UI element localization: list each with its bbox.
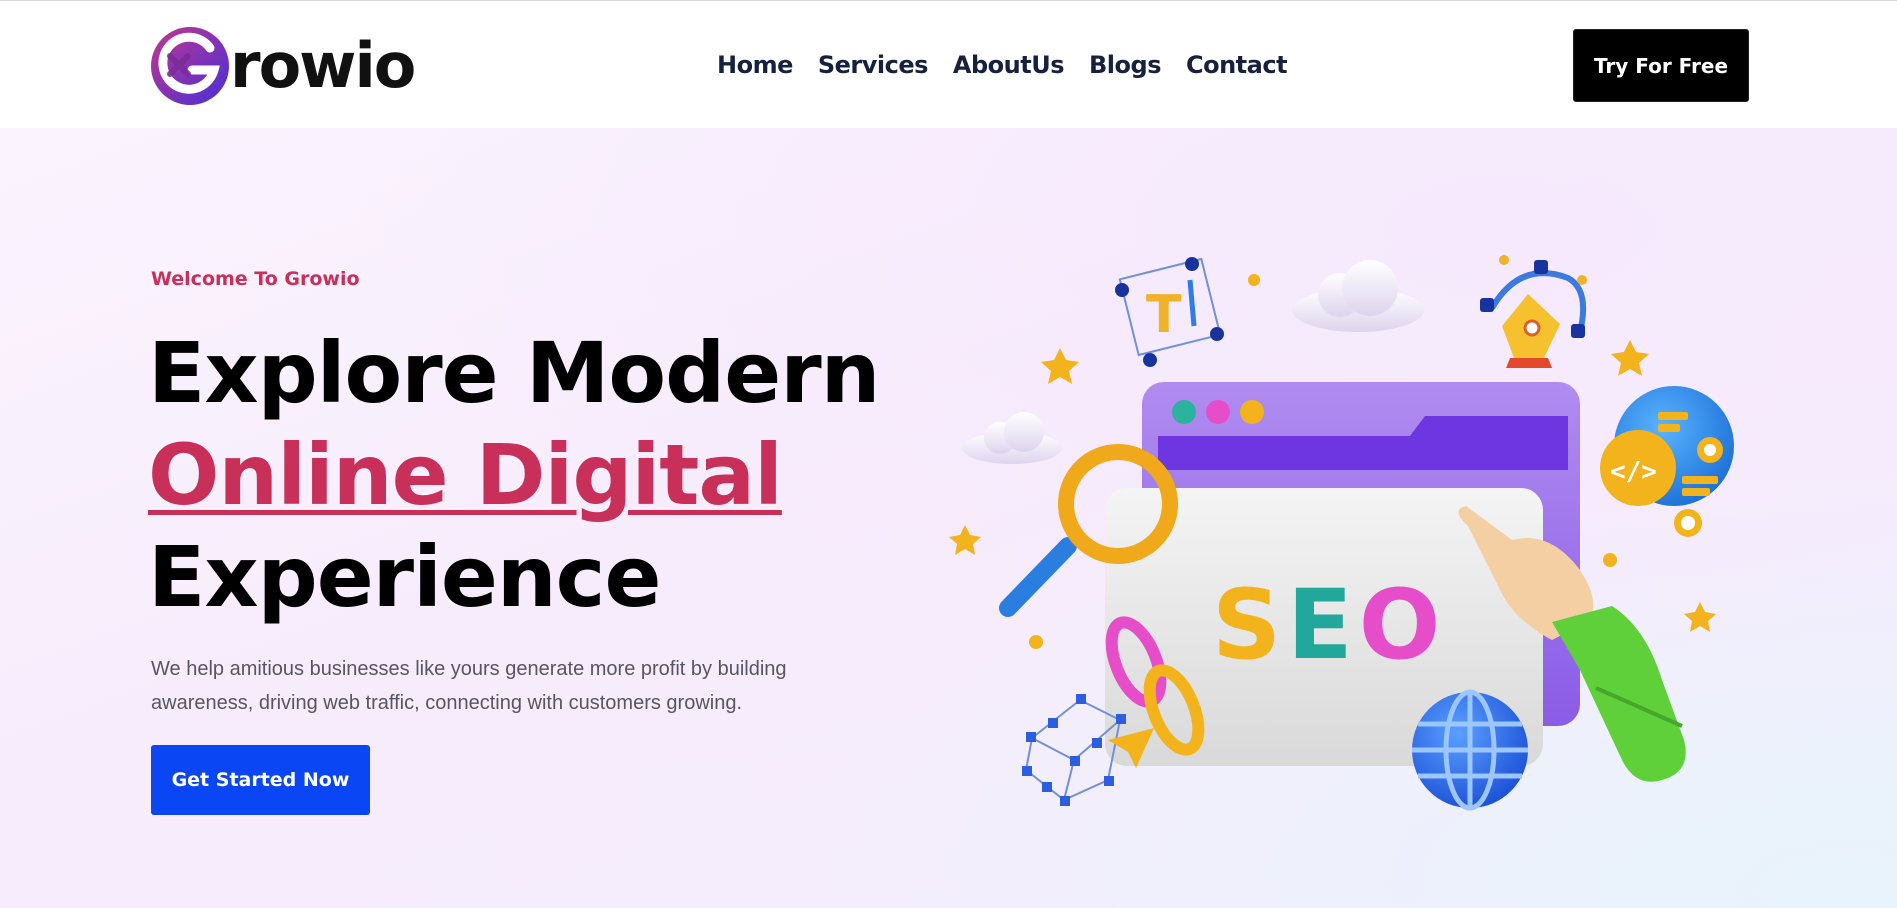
- site-header: rowio Home Services AboutUs Blogs Contac…: [0, 1, 1897, 128]
- code-icon: </>: [1600, 386, 1734, 537]
- cloud-icon: [1292, 260, 1424, 332]
- main-nav: Home Services AboutUs Blogs Contact: [717, 47, 1312, 83]
- seo-text: SEO: [1212, 569, 1440, 681]
- headline-accent: Online Digital: [148, 426, 783, 524]
- logo-g-icon: [151, 27, 229, 105]
- hero-description: We help amitious businesses like yours g…: [151, 658, 787, 714]
- headline-line-3: Experience: [148, 528, 661, 626]
- nav-blogs[interactable]: Blogs: [1089, 47, 1161, 83]
- logo[interactable]: rowio: [150, 25, 416, 107]
- try-for-free-button[interactable]: Try For Free: [1573, 29, 1749, 102]
- nav-home[interactable]: Home: [717, 47, 793, 83]
- cloud-icon: [962, 412, 1062, 464]
- nav-aboutus[interactable]: AboutUs: [953, 47, 1065, 83]
- seo-illustration: T </> SEO: [949, 255, 1734, 811]
- globe-icon: [1412, 689, 1528, 811]
- headline-line-1: Explore Modern: [148, 324, 880, 422]
- pen-tool-icon: [1480, 255, 1587, 368]
- nav-contact[interactable]: Contact: [1186, 47, 1288, 83]
- svg-text:</>: </>: [1610, 457, 1657, 487]
- get-started-button[interactable]: Get Started Now: [151, 745, 370, 815]
- nav-services[interactable]: Services: [818, 47, 929, 83]
- svg-text:T: T: [1146, 285, 1182, 345]
- logo-text: rowio: [230, 29, 416, 102]
- page: rowio Home Services AboutUs Blogs Contac…: [0, 0, 1897, 908]
- hero-eyebrow: Welcome To Growio: [151, 268, 360, 290]
- text-tool-icon: T: [1115, 257, 1224, 367]
- hero-headline: Explore Modern Online Digital Experience: [148, 322, 880, 628]
